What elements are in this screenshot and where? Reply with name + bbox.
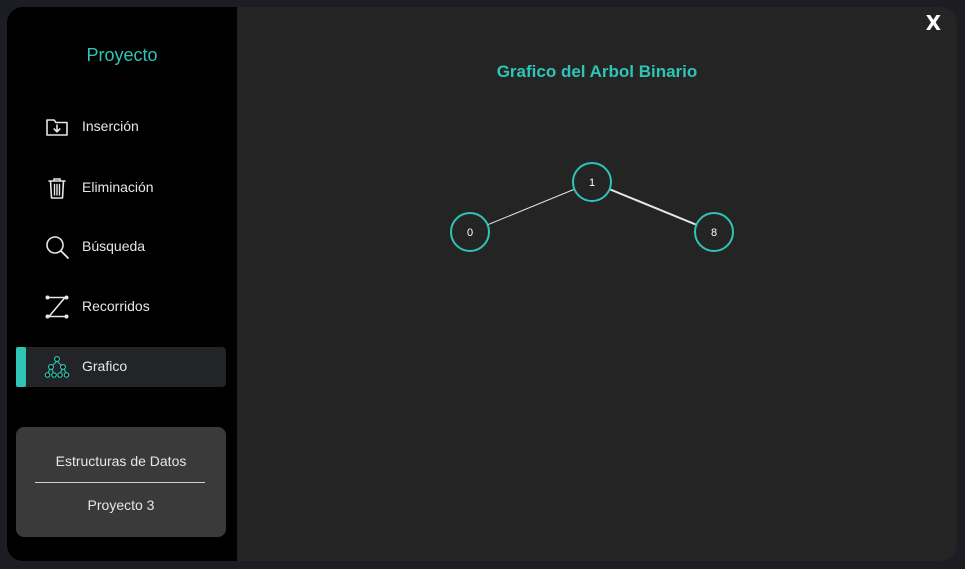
sidebar-item-label: Recorridos xyxy=(82,298,150,314)
tree-node-0: 0 xyxy=(450,212,490,252)
tree-node-label: 8 xyxy=(711,227,717,239)
tree-graph-icon xyxy=(44,355,70,378)
sidebar: Proyecto Inserción Eliminación Búsqueda xyxy=(7,7,237,561)
sidebar-item-label: Grafico xyxy=(82,358,128,374)
sidebar-item-eliminacion[interactable]: Eliminación xyxy=(16,168,226,208)
card-divider xyxy=(35,482,205,483)
tree-node-8: 8 xyxy=(694,212,734,252)
app-title: Proyecto xyxy=(86,45,158,65)
sidebar-item-label: Eliminación xyxy=(82,179,154,195)
path-icon xyxy=(45,295,69,319)
folder-download-icon xyxy=(46,119,68,136)
tree-node-1: 1 xyxy=(572,162,612,202)
sidebar-item-label: Inserción xyxy=(82,118,139,134)
sidebar-item-busqueda[interactable]: Búsqueda xyxy=(16,227,226,267)
sidebar-item-recorridos[interactable]: Recorridos xyxy=(16,287,226,327)
course-name: Estructuras de Datos xyxy=(55,453,187,469)
tree-node-label: 1 xyxy=(589,177,595,189)
app-window: Proyecto Inserción Eliminación Búsqueda xyxy=(7,7,957,561)
sidebar-item-label: Búsqueda xyxy=(82,238,146,254)
project-name: Proyecto 3 xyxy=(87,497,155,513)
sidebar-item-insercion[interactable]: Inserción xyxy=(16,107,226,147)
project-info-card: Estructuras de Datos Proyecto 3 xyxy=(16,427,226,537)
active-indicator xyxy=(16,347,26,387)
sidebar-item-grafico[interactable]: Grafico xyxy=(16,347,226,387)
trash-icon xyxy=(48,178,66,199)
tree-canvas: 1 0 8 xyxy=(450,162,734,252)
tree-node-label: 0 xyxy=(467,227,473,239)
search-icon xyxy=(46,236,69,259)
